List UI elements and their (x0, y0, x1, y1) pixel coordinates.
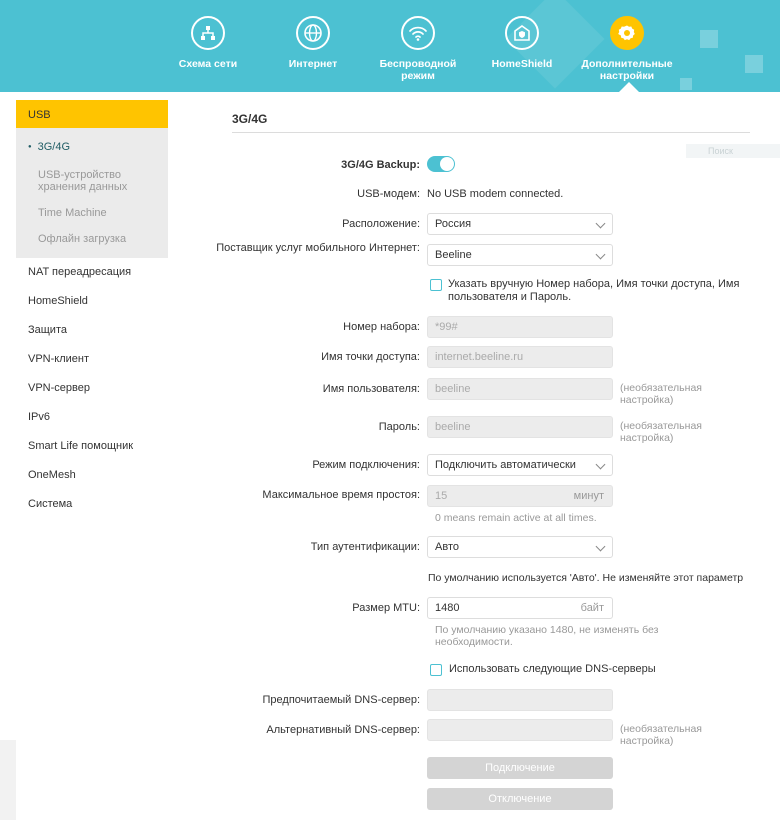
sidebar-item-homeshield[interactable]: HomeShield (16, 287, 168, 316)
decor-shape (680, 78, 692, 90)
idle-label: Максимальное время простоя: (262, 489, 420, 501)
apn-value: internet.beeline.ru (435, 351, 524, 363)
sidebar-item-smart-life[interactable]: Smart Life помощник (16, 432, 168, 461)
sidebar-item-security[interactable]: Защита (16, 316, 168, 345)
location-value: Россия (435, 218, 472, 230)
sidebar-item-system[interactable]: Система (16, 490, 168, 519)
sidebar-subitem-offline-download[interactable]: Офлайн загрузка (16, 226, 168, 252)
auth-label: Тип аутентификации: (310, 541, 420, 553)
dns1-label: Предпочитаемый DNS-сервер: (262, 694, 420, 706)
chevron-down-icon (595, 249, 606, 260)
custom-dns-checkbox[interactable] (430, 664, 442, 676)
sidebar-item-nat[interactable]: NAT переадресация (16, 258, 168, 287)
location-label: Расположение: (342, 218, 420, 230)
username-input[interactable]: beeline (427, 378, 613, 400)
wifi-icon (401, 16, 435, 50)
sidebar-item-vpn-client[interactable]: VPN-клиент (16, 345, 168, 374)
network-map-icon (191, 16, 225, 50)
page-title: 3G/4G (232, 112, 268, 126)
manual-settings-label: Указать вручную Номер набора, Имя точки … (448, 278, 740, 303)
decor-shape (745, 55, 763, 73)
divider (232, 132, 750, 133)
username-value: beeline (435, 383, 471, 395)
mtu-input[interactable]: 1480 байт (427, 597, 613, 619)
globe-icon (296, 16, 330, 50)
main-content: 3G/4G Поиск 3G/4G Backup: USB-модем: No … (168, 92, 780, 820)
sidebar-item-usb[interactable]: USB (16, 100, 168, 128)
idle-value: 15 (435, 490, 448, 502)
auth-type-select[interactable]: Авто (427, 536, 613, 558)
nav-network-map[interactable]: Схема сети (158, 16, 258, 70)
modem-value: No USB modem connected. (427, 188, 564, 200)
sidebar-subitem-usb-storage[interactable]: USB-устройство хранения данных (16, 162, 168, 200)
conn-mode-value: Подключить автоматически (435, 459, 576, 471)
dial-label: Номер набора: (343, 321, 420, 333)
connect-button[interactable]: Подключение (427, 757, 613, 779)
username-optional-hint: (необязательная настройка) (620, 382, 702, 406)
password-value: beeline (435, 421, 471, 433)
nav-label: Беспроводной режим (379, 58, 457, 82)
mtu-value: 1480 (435, 602, 460, 614)
chevron-down-icon (595, 541, 606, 552)
dns2-optional-hint: (необязательная настройка) (620, 723, 702, 747)
toggle-knob (440, 157, 454, 171)
search-ghost: Поиск (686, 144, 780, 158)
auth-note: По умолчанию используется 'Авто'. Не изм… (428, 572, 744, 584)
apn-input[interactable]: internet.beeline.ru (427, 346, 613, 368)
sidebar-submenu: 3G/4G USB-устройство хранения данных Tim… (16, 128, 168, 258)
mtu-hint: По умолчанию указано 1480, не изменять б… (435, 624, 659, 648)
disconnect-button[interactable]: Отключение (427, 788, 613, 810)
mtu-unit: байт (580, 602, 604, 614)
modem-label: USB-модем: (357, 188, 420, 200)
chevron-down-icon (595, 459, 606, 470)
apn-label: Имя точки доступа: (321, 351, 420, 363)
chevron-down-icon (595, 218, 606, 229)
password-optional-hint: (необязательная настройка) (620, 420, 702, 444)
sidebar-subitem-time-machine[interactable]: Time Machine (16, 200, 168, 226)
auth-value: Авто (435, 541, 459, 553)
nav-advanced[interactable]: Дополнительные настройки (577, 16, 677, 82)
dns2-label: Альтернативный DNS-сервер: (266, 724, 420, 736)
nav-label: Интернет (288, 58, 338, 70)
mtu-label: Размер MTU: (352, 602, 420, 614)
sidebar-item-vpn-server[interactable]: VPN-сервер (16, 374, 168, 403)
dial-number-input[interactable]: *99# (427, 316, 613, 338)
sidebar-item-ipv6[interactable]: IPv6 (16, 403, 168, 432)
background-strip (0, 740, 16, 820)
preferred-dns-input[interactable] (427, 689, 613, 711)
backup-label: 3G/4G Backup: (341, 159, 420, 171)
idle-unit: минут (573, 490, 604, 502)
sidebar-subitem-3g4g[interactable]: 3G/4G (16, 134, 168, 162)
nav-label: HomeShield (491, 58, 553, 70)
idle-hint: 0 means remain active at all times. (435, 512, 597, 524)
password-input[interactable]: beeline (427, 416, 613, 438)
isp-value: Beeline (435, 249, 472, 261)
custom-dns-label: Использовать следующие DNS-серверы (449, 663, 656, 675)
conn-mode-select[interactable]: Подключить автоматически (427, 454, 613, 476)
sidebar-subitem-label: 3G/4G (37, 141, 71, 153)
idle-time-input[interactable]: 15 минут (427, 485, 613, 507)
username-label: Имя пользователя: (322, 383, 420, 395)
decor-shape (700, 30, 718, 48)
location-select[interactable]: Россия (427, 213, 613, 235)
conn-mode-label: Режим подключения: (312, 459, 420, 471)
alternate-dns-input[interactable] (427, 719, 613, 741)
dial-value: *99# (435, 321, 458, 333)
nav-label: Схема сети (178, 58, 238, 70)
backup-toggle[interactable] (427, 156, 455, 172)
shield-house-icon (505, 16, 539, 50)
nav-homeshield[interactable]: HomeShield (472, 16, 572, 70)
gear-icon (610, 16, 644, 50)
nav-label: Дополнительные настройки (581, 58, 673, 82)
isp-label: Поставщик услуг мобильного Интернет: (216, 242, 420, 254)
top-nav-bar: Схема сети Интернет Беспроводной режим H… (0, 0, 780, 92)
password-label: Пароль: (378, 421, 420, 433)
nav-wireless[interactable]: Беспроводной режим (368, 16, 468, 82)
sidebar: USB 3G/4G USB-устройство хранения данных… (16, 100, 168, 680)
nav-internet[interactable]: Интернет (263, 16, 363, 70)
manual-settings-checkbox[interactable] (430, 279, 442, 291)
active-nav-indicator (619, 82, 639, 92)
isp-select[interactable]: Beeline (427, 244, 613, 266)
sidebar-item-onemesh[interactable]: OneMesh (16, 461, 168, 490)
